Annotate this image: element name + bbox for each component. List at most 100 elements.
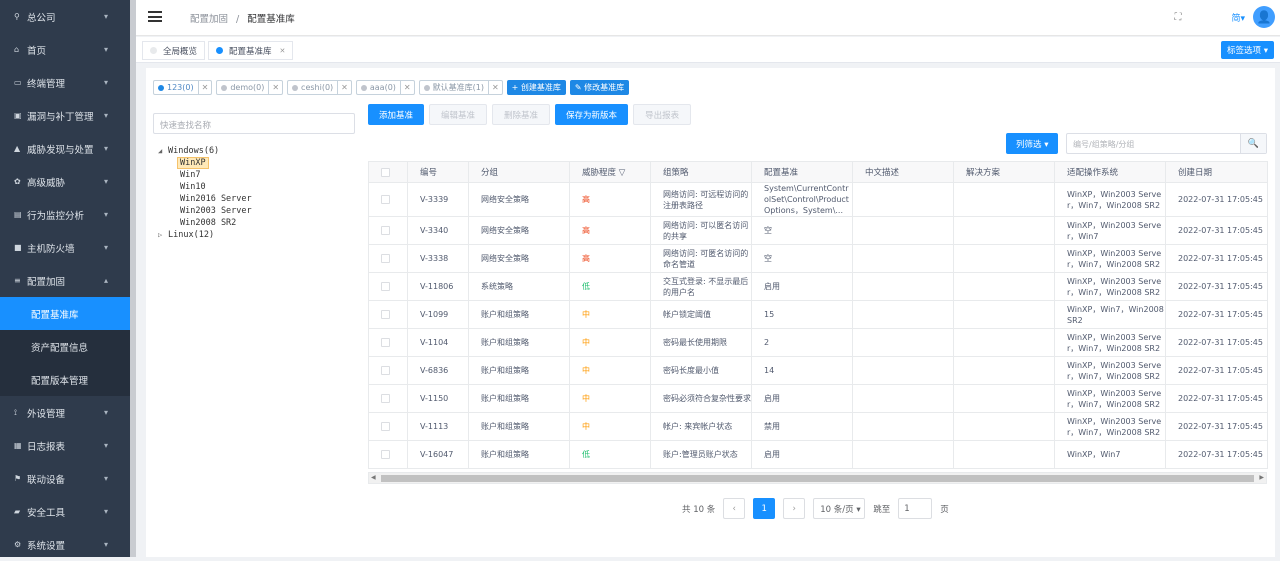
checkbox-icon[interactable] bbox=[381, 254, 390, 263]
row-checkbox[interactable] bbox=[368, 272, 408, 301]
column-header[interactable]: 创建日期 bbox=[1165, 161, 1268, 183]
sidebar-item[interactable]: ⚙ 系统设置 ▾ bbox=[0, 528, 130, 561]
sidebar-item[interactable]: ■ 主机防火墙 ▾ bbox=[0, 231, 130, 264]
chip-close-icon[interactable]: ✕ bbox=[268, 81, 282, 94]
table-search-input[interactable]: 编号/组策略/分组 bbox=[1067, 134, 1240, 153]
sidebar-item[interactable]: ▭ 终端管理 ▾ bbox=[0, 66, 130, 99]
row-checkbox[interactable] bbox=[368, 412, 408, 441]
chip-close-icon[interactable]: ✕ bbox=[337, 81, 351, 94]
sidebar-item[interactable]: ▤ 行为监控分析 ▾ bbox=[0, 198, 130, 231]
baseline-chip[interactable]: ceshi(0) ✕ bbox=[287, 80, 352, 95]
column-header[interactable]: 解决方案 bbox=[953, 161, 1055, 183]
create-baseline-button[interactable]: + 创建基准库 bbox=[506, 80, 566, 95]
table-row[interactable]: V-11806 系统策略低交互式登录: 不显示最后的用户名 启用 WinXP，Win2… bbox=[368, 272, 1268, 301]
avatar[interactable]: 👤 bbox=[1253, 6, 1275, 28]
delete-baseline-button[interactable]: 删除基准 bbox=[492, 104, 551, 125]
table-row[interactable]: V-3339 网络安全策略高网络访问: 可远程访问的注册表路径 System\Cur… bbox=[368, 182, 1268, 217]
sidebar-item[interactable]: ≡ 配置加固 ▴ bbox=[0, 264, 130, 297]
tree-leaf[interactable]: Win7 bbox=[158, 169, 252, 181]
sidebar-item[interactable]: ⚲ 总公司 ▾ bbox=[0, 0, 130, 33]
horizontal-scrollbar[interactable]: ◀ ▶ bbox=[368, 472, 1267, 484]
table-row[interactable]: V-1099 账户和组策略中帐户锁定阈值 15 WinXP，Win7，Win2008 … bbox=[368, 300, 1268, 329]
column-header[interactable]: 中文描述 bbox=[852, 161, 954, 183]
baseline-chip[interactable]: aaa(0) ✕ bbox=[355, 80, 415, 95]
table-row[interactable]: V-3338 网络安全策略高网络访问: 可匿名访问的命名管道空 WinXP，Win2… bbox=[368, 244, 1268, 273]
checkbox-icon[interactable] bbox=[381, 450, 390, 459]
scroll-left-icon[interactable]: ◀ bbox=[371, 474, 376, 481]
checkbox-icon[interactable] bbox=[381, 422, 390, 431]
table-row[interactable]: V-3340 网络安全策略高网络访问: 可以匿名访问的共享空 WinXP，Win20… bbox=[368, 216, 1268, 245]
page-size-select[interactable]: 10 条/页 ▾ bbox=[813, 498, 866, 519]
fullscreen-icon[interactable]: ⛶ bbox=[1174, 12, 1181, 23]
export-report-button[interactable]: 导出报表 bbox=[633, 104, 692, 125]
add-baseline-button[interactable]: 添加基准 bbox=[368, 104, 425, 125]
column-header[interactable]: 适配操作系统 bbox=[1054, 161, 1166, 183]
row-checkbox[interactable] bbox=[368, 384, 408, 413]
checkbox-icon[interactable] bbox=[381, 394, 390, 403]
column-header[interactable]: 分组 bbox=[468, 161, 570, 183]
sidebar-item[interactable]: ⟟ 外设管理 ▾ bbox=[0, 396, 130, 429]
search-icon[interactable]: 🔍 bbox=[1240, 134, 1266, 153]
table-row[interactable]: V-16047 账户和组策略低账户:管理员账户状态 启用 WinXP，Win7 2022… bbox=[368, 440, 1268, 469]
sidebar-item[interactable]: ▣ 漏洞与补丁管理 ▾ bbox=[0, 99, 130, 132]
table-row[interactable]: V-6836 账户和组策略中密码长度最小值 14 WinXP，Win2003 Serv… bbox=[368, 356, 1268, 385]
tree-leaf[interactable]: Win10 bbox=[158, 181, 252, 193]
scroll-right-icon[interactable]: ▶ bbox=[1259, 474, 1264, 481]
prev-page-button[interactable]: ‹ bbox=[723, 498, 746, 519]
baseline-chip[interactable]: 默认基准库(1) ✕ bbox=[418, 80, 503, 95]
table-row[interactable]: V-1113 账户和组策略中帐户: 来宾帐户状态 禁用 WinXP，Win2003 S… bbox=[368, 412, 1268, 441]
select-all-checkbox[interactable] bbox=[368, 161, 408, 183]
tag-options-button[interactable]: 标签选项 ▾ bbox=[1221, 41, 1274, 59]
row-checkbox[interactable] bbox=[368, 182, 408, 217]
tree-leaf[interactable]: WinXP bbox=[158, 157, 252, 169]
edit-baseline-item-button[interactable]: 编辑基准 bbox=[429, 104, 488, 125]
tree-expanded-icon[interactable]: ◢ bbox=[158, 145, 168, 157]
checkbox-icon[interactable] bbox=[381, 366, 390, 375]
column-header[interactable]: 组策略 bbox=[650, 161, 752, 183]
checkbox-icon[interactable] bbox=[381, 310, 390, 319]
tab-close-icon[interactable]: ✕ bbox=[280, 47, 286, 55]
sidebar-item[interactable]: ⚑ 联动设备 ▾ bbox=[0, 462, 130, 495]
baseline-chip[interactable]: 123(0) ✕ bbox=[153, 80, 213, 95]
table-row[interactable]: V-1104 账户和组策略中密码最长使用期限 2 WinXP，Win2003 Serv… bbox=[368, 328, 1268, 357]
goto-page-input[interactable]: 1 bbox=[898, 498, 933, 519]
column-header[interactable]: 配置基准 bbox=[751, 161, 853, 183]
breadcrumb-parent[interactable]: 配置加固 bbox=[190, 14, 228, 25]
column-header[interactable]: 威胁程度 ▽ bbox=[569, 161, 651, 183]
checkbox-icon[interactable] bbox=[381, 282, 390, 291]
tree-collapsed-icon[interactable]: ▷ bbox=[158, 229, 168, 241]
column-header[interactable]: 编号 bbox=[407, 161, 469, 183]
tree-leaf[interactable]: Win2008 SR2 bbox=[158, 217, 252, 229]
sidebar-item[interactable]: ▦ 日志报表 ▾ bbox=[0, 429, 130, 462]
tab-config-baseline[interactable]: 配置基准库 ✕ bbox=[208, 41, 294, 60]
tree-node-windows[interactable]: ◢ Windows(6) bbox=[158, 145, 252, 157]
sidebar-item[interactable]: ⌂ 首页 ▾ bbox=[0, 33, 130, 66]
tree-leaf[interactable]: Win2003 Server bbox=[158, 205, 252, 217]
sidebar-subitem[interactable]: 配置基准库 bbox=[0, 297, 130, 330]
scrollbar-thumb[interactable] bbox=[381, 475, 1254, 482]
sidebar-subitem[interactable]: 资产配置信息 bbox=[0, 330, 130, 363]
sidebar-item[interactable]: ▰ 安全工具 ▾ bbox=[0, 495, 130, 528]
tree-search-input[interactable]: 快速查找名称 bbox=[153, 113, 355, 134]
tree-node-linux[interactable]: ▷ Linux(12) bbox=[158, 229, 252, 241]
row-checkbox[interactable] bbox=[368, 300, 408, 329]
checkbox-icon[interactable] bbox=[381, 195, 390, 204]
checkbox-icon[interactable] bbox=[381, 338, 390, 347]
checkbox-icon[interactable] bbox=[381, 226, 390, 235]
sidebar-item[interactable]: ▲ 威胁发现与处置 ▾ bbox=[0, 132, 130, 165]
tree-leaf[interactable]: Win2016 Server bbox=[158, 193, 252, 205]
menu-toggle-icon[interactable] bbox=[148, 11, 162, 22]
checkbox-icon[interactable] bbox=[381, 167, 390, 177]
row-checkbox[interactable] bbox=[368, 356, 408, 385]
sidebar-subitem[interactable]: 配置版本管理 bbox=[0, 363, 130, 396]
row-checkbox[interactable] bbox=[368, 216, 408, 245]
column-filter-button[interactable]: 列筛选 ▾ bbox=[1006, 133, 1059, 154]
row-checkbox[interactable] bbox=[368, 440, 408, 469]
chip-close-icon[interactable]: ✕ bbox=[197, 81, 212, 94]
tab-overview[interactable]: 全局概览 bbox=[142, 41, 206, 60]
baseline-chip[interactable]: demo(0) ✕ bbox=[216, 80, 284, 95]
chip-close-icon[interactable]: ✕ bbox=[399, 81, 414, 94]
table-row[interactable]: V-1150 账户和组策略中密码必须符合复杂性要求 启用 WinXP，Win2003 … bbox=[368, 384, 1268, 413]
next-page-button[interactable]: › bbox=[783, 498, 806, 519]
edit-baseline-button[interactable]: ✎ 修改基准库 bbox=[569, 80, 630, 95]
